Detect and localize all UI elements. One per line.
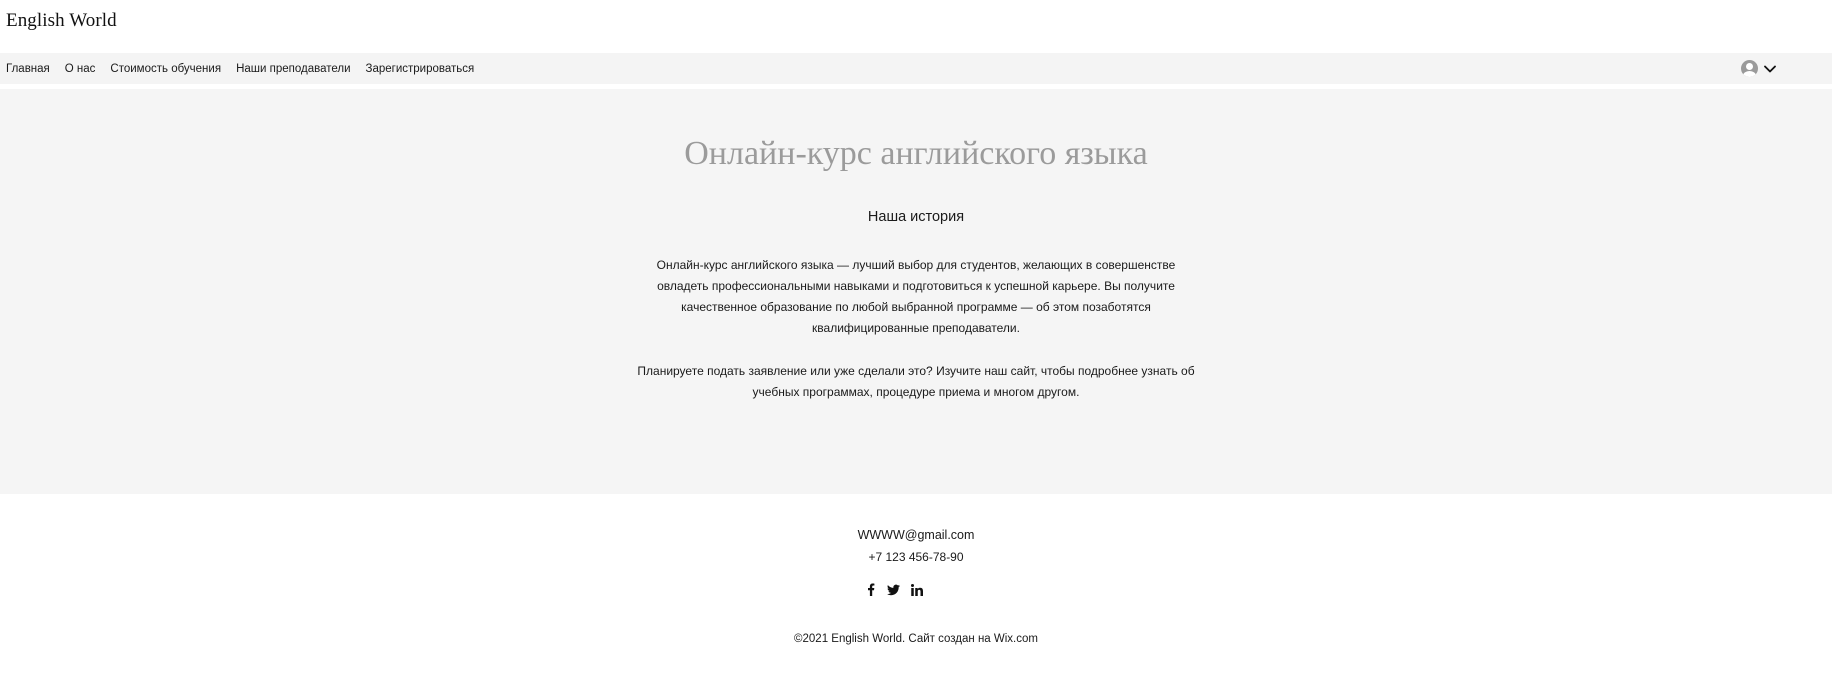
twitter-icon[interactable] xyxy=(887,583,900,596)
copyright-label: ©2021 English World. Сайт создан на Wix.… xyxy=(794,633,1038,645)
footer-phone: +7 123 456-78-90 xyxy=(0,550,1832,564)
nav-menu: Главная О нас Стоимость обучения Наши пр… xyxy=(6,53,474,84)
main-navigation: Главная О нас Стоимость обучения Наши пр… xyxy=(0,53,1832,84)
footer-email[interactable]: WWWW@gmail.com xyxy=(0,528,1832,542)
section-subtitle: Наша история xyxy=(867,209,965,225)
intro-paragraph: Онлайн-курс английского языка — лучший в… xyxy=(616,255,1216,339)
site-header: English World xyxy=(0,0,1832,53)
nav-item-register[interactable]: Зарегистрироваться xyxy=(366,63,475,75)
nav-item-about[interactable]: О нас xyxy=(65,63,96,75)
intro-line: качественное образование по любой выбран… xyxy=(681,300,1151,314)
nav-item-home[interactable]: Главная xyxy=(6,63,50,75)
facebook-icon[interactable] xyxy=(864,583,877,596)
intro-line: овладеть профессиональными навыками и по… xyxy=(657,279,1175,293)
page-title: Онлайн-курс английского языка xyxy=(684,135,1148,172)
hero-section: Онлайн-курс английского языка Наша истор… xyxy=(0,89,1832,494)
social-bar xyxy=(864,583,923,596)
intro-line: Онлайн-курс английского языка — лучший в… xyxy=(656,258,1176,272)
copyright-text: ©2021 English World. Сайт создан на Wix.… xyxy=(0,633,1832,645)
site-logo[interactable]: English World xyxy=(6,10,117,32)
apply-line: учебных программах, процедуре приема и м… xyxy=(752,385,1080,399)
user-avatar-icon xyxy=(1741,60,1758,77)
chevron-down-icon xyxy=(1764,65,1776,72)
intro-line: квалифицированные преподаватели. xyxy=(812,321,1020,335)
phone-number: +7 123 456-78-90 xyxy=(868,550,964,564)
linkedin-icon[interactable] xyxy=(910,583,923,596)
account-menu-button[interactable] xyxy=(1741,60,1776,77)
email-link[interactable]: WWWW@gmail.com xyxy=(858,528,975,542)
apply-paragraph: Планируете подать заявление или уже сдел… xyxy=(596,361,1236,403)
apply-line: Планируете подать заявление или уже сдел… xyxy=(637,364,1195,378)
nav-item-teachers[interactable]: Наши преподаватели xyxy=(236,63,350,75)
nav-item-pricing[interactable]: Стоимость обучения xyxy=(110,63,221,75)
